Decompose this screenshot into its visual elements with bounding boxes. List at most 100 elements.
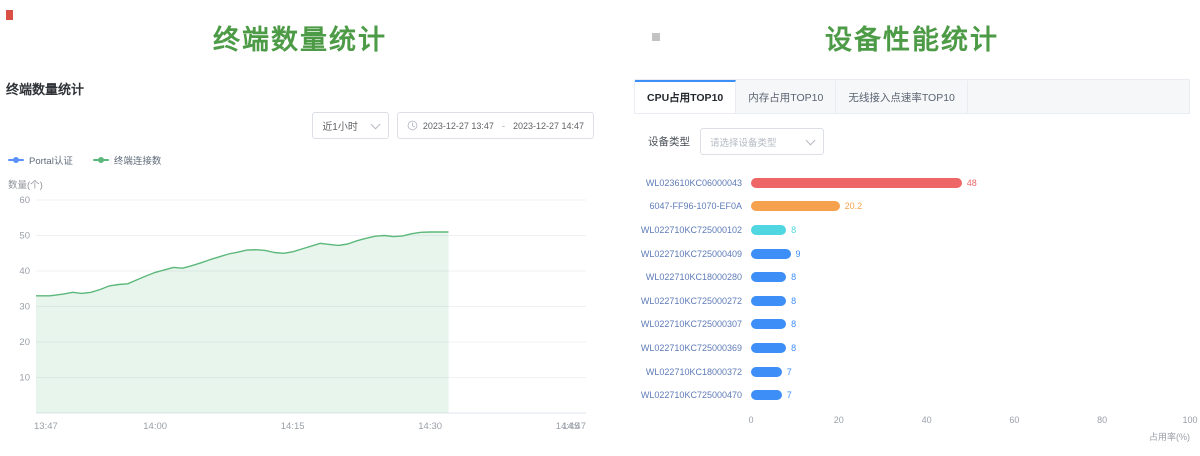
terminal-card-title: 终端数量统计 [6,79,594,98]
bar-track: 8 [751,225,1190,235]
y-tick-label: 10 [19,373,30,384]
x-tick-label: 14:47 [562,421,586,432]
bar [751,225,786,235]
device-performance-panel: 设备性能统计 CPU占用TOP10内存占用TOP10无线接入点速率TOP10 设… [600,0,1200,456]
tab-wireless-ap-rate-top10[interactable]: 无线接入点速率TOP10 [836,80,968,113]
bar-category-label: WL022710KC18000280 [634,272,751,282]
chart-controls: 近1小时 2023-12-27 13:47 - 2023-12-27 14:47 [6,112,594,139]
y-tick-label: 20 [19,337,30,348]
bar-track: 8 [751,272,1190,282]
x-tick-label: 0 [748,415,753,425]
bar-track: 7 [751,390,1190,400]
legend-label: 终端连接数 [114,153,162,167]
device-type-label: 设备类型 [648,134,690,149]
date-end: 2023-12-27 14:47 [513,121,584,131]
bar [751,367,782,377]
bar-category-label: 6047-FF96-1070-EF0A [634,201,751,211]
y-axis-title: 数量(个) [8,177,594,191]
bar [751,272,786,282]
bar-track: 9 [751,249,1190,259]
time-range-value: 近1小时 [322,118,358,133]
bar-track: 7 [751,367,1190,377]
bar-category-label: WL022710KC725000470 [634,390,751,400]
bar-category-label: WL022710KC725000369 [634,343,751,353]
bar-row: WL022710KC725000409 9 [634,242,1190,266]
date-range-picker[interactable]: 2023-12-27 13:47 - 2023-12-27 14:47 [397,112,594,139]
device-type-select[interactable]: 请选择设备类型 [700,128,824,155]
gray-mark-icon [652,33,660,41]
legend-marker-icon [8,159,24,161]
x-tick-label: 80 [1097,415,1107,425]
bar-row: WL022710KC725000369 8 [634,336,1190,360]
left-page-title: 终端数量统计 [6,18,594,57]
bar-track: 20.2 [751,201,1190,211]
x-tick-label: 13:47 [34,421,58,432]
bar-category-label: WL023610KC06000043 [634,178,751,188]
legend-label: Portal认证 [29,153,73,167]
bar-category-label: WL022710KC725000272 [634,296,751,306]
time-range-select[interactable]: 近1小时 [312,112,389,139]
bar-value-label: 8 [791,272,796,282]
clock-icon [407,120,418,131]
legend-item-portal[interactable]: Portal认证 [8,153,73,167]
y-tick-label: 40 [19,266,30,277]
bar [751,178,962,188]
bar-category-label: WL022710KC725000102 [634,225,751,235]
legend-dot-icon [13,157,19,163]
bar-row: WL022710KC725000272 8 [634,289,1190,313]
terminal-statistics-panel: 终端数量统计 终端数量统计 近1小时 2023-12-27 13:47 - 20… [0,0,600,456]
bar-row: 6047-FF96-1070-EF0A 20.2 [634,195,1190,219]
bar-value-label: 8 [791,296,796,306]
legend-dot-icon [98,157,104,163]
bar-value-label: 7 [787,390,792,400]
tab-memory-top10[interactable]: 内存占用TOP10 [736,80,836,113]
device-type-filter: 设备类型 请选择设备类型 [648,128,1190,155]
bar-track: 8 [751,319,1190,329]
bar-value-label: 7 [787,367,792,377]
bar-row: WL022710KC180003727 [634,360,1190,384]
bar-category-label: WL022710KC725000409 [634,249,751,259]
bar-row: WL022710KC725000470 7 [634,383,1190,407]
bar-track: 8 [751,343,1190,353]
x-tick-label: 14:00 [143,421,167,432]
bar [751,319,786,329]
bar-value-label: 8 [791,319,796,329]
legend-item-terminal-connections[interactable]: 终端连接数 [93,153,162,167]
legend-marker-icon [93,159,109,161]
bar-x-axis: 020406080100 [751,415,1190,426]
performance-tabs: CPU占用TOP10内存占用TOP10无线接入点速率TOP10 [634,79,1190,114]
terminal-count-card: 终端数量统计 近1小时 2023-12-27 13:47 - 2023-12-2… [6,79,594,439]
x-tick-label: 100 [1182,415,1197,425]
bar-row: WL023610KC06000043 48 [634,171,1190,195]
bar-value-label: 20.2 [845,201,863,211]
bar-value-label: 8 [791,225,796,235]
bar-row: WL022710KC725000102 8 [634,218,1190,242]
bar-value-label: 48 [967,178,977,188]
bar-row: WL022710KC7250003078 [634,313,1190,337]
chevron-down-icon [370,119,380,129]
device-type-placeholder: 请选择设备类型 [710,135,777,149]
right-page-title: 设备性能统计 [634,18,1190,57]
bar [751,201,840,211]
chart-legend: Portal认证 终端连接数 [8,153,594,167]
cpu-top10-bar-chart: WL023610KC06000043 48 6047-FF96-1070-EF0A 2… [634,171,1190,407]
chevron-down-icon [806,135,816,145]
y-tick-label: 60 [19,195,30,206]
bar [751,249,791,259]
bar-row: WL022710KC18000280 8 [634,265,1190,289]
bar-value-label: 9 [796,249,801,259]
x-axis-title: 占用率(%) [634,430,1190,443]
y-tick-label: 30 [19,302,30,313]
tab-cpu-top10[interactable]: CPU占用TOP10 [635,80,736,113]
bar-track: 8 [751,296,1190,306]
bar [751,390,782,400]
x-tick-label: 40 [922,415,932,425]
date-start: 2023-12-27 13:47 [423,121,494,131]
bar-value-label: 8 [791,343,796,353]
y-tick-label: 50 [19,231,30,242]
date-separator: - [499,121,508,131]
bar [751,343,786,353]
dashboard: 终端数量统计 终端数量统计 近1小时 2023-12-27 13:47 - 20… [0,0,1200,456]
x-tick-label: 20 [834,415,844,425]
bar-track: 48 [751,178,1190,188]
